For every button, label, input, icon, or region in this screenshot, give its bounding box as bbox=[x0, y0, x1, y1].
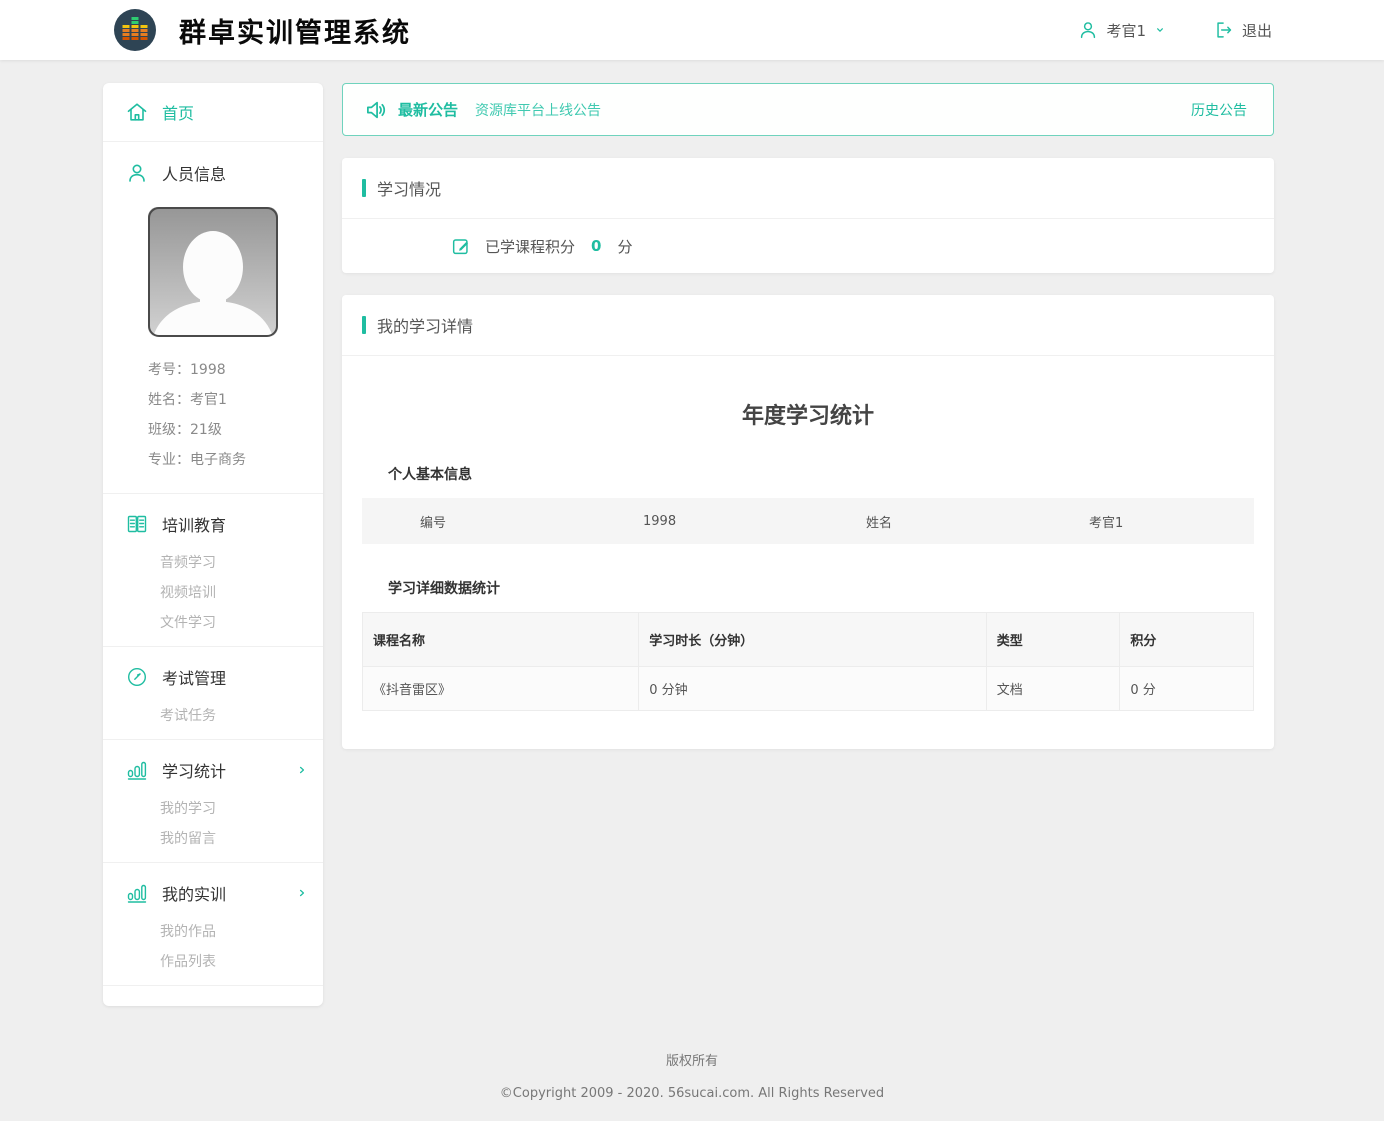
panel-title: 我的学习详情 bbox=[377, 313, 473, 337]
basic-info-row: 编号 1998 姓名 考官1 bbox=[362, 498, 1254, 544]
study-detail-table: 课程名称 学习时长（分钟） 类型 积分 《抖音雷区》 0 分钟 文档 0 分 bbox=[362, 612, 1254, 711]
main-content: 最新公告 资源库平台上线公告 历史公告 学习情况 已学课程积分 0 分 bbox=[342, 83, 1274, 749]
home-icon bbox=[125, 100, 149, 124]
notice-label: 最新公告 bbox=[398, 99, 458, 120]
sidebar-item-label: 人员信息 bbox=[162, 161, 226, 185]
cell-type: 文档 bbox=[986, 667, 1120, 711]
basic-info-value: 1998 bbox=[585, 514, 808, 529]
footer-line1: 版权所有 bbox=[0, 1050, 1384, 1069]
page-footer: 版权所有 ©Copyright 2009 - 2020. 56sucai.com… bbox=[0, 1006, 1384, 1121]
score-value: 0 bbox=[591, 237, 601, 255]
sidebar-subitem-works-list[interactable]: 作品列表 bbox=[103, 947, 323, 977]
score-label: 已学课程积分 bbox=[485, 236, 575, 257]
chevron-right-icon bbox=[295, 763, 309, 777]
sidebar-subitem-file[interactable]: 文件学习 bbox=[103, 608, 323, 638]
speaker-icon bbox=[363, 97, 389, 123]
logout-button[interactable]: 退出 bbox=[1213, 19, 1272, 41]
sidebar: 首页 人员信息 bbox=[103, 83, 323, 1006]
sidebar-item-label: 培训教育 bbox=[162, 512, 226, 536]
profile-info-line: 专业：电子商务 bbox=[148, 445, 323, 475]
table-header-row: 课程名称 学习时长（分钟） 类型 积分 bbox=[363, 613, 1254, 667]
sidebar-subitem-audio[interactable]: 音频学习 bbox=[103, 548, 323, 578]
sidebar-subitem-my-message[interactable]: 我的留言 bbox=[103, 824, 323, 854]
sidebar-section-training: 培训教育 音频学习 视频培训 文件学习 bbox=[103, 494, 323, 647]
profile-info-line: 姓名：考官1 bbox=[148, 385, 323, 415]
sidebar-item-profile[interactable]: 人员信息 bbox=[103, 142, 323, 201]
app-logo-icon bbox=[113, 8, 157, 52]
profile-info-line: 考号：1998 bbox=[148, 355, 323, 385]
clock-icon bbox=[125, 665, 149, 689]
avatar bbox=[148, 207, 278, 341]
cell-course-name: 《抖音雷区》 bbox=[363, 667, 639, 711]
study-status-body: 已学课程积分 0 分 bbox=[342, 219, 1274, 273]
study-detail-header: 我的学习详情 bbox=[342, 295, 1274, 356]
sidebar-item-label: 考试管理 bbox=[162, 665, 226, 689]
bar-chart-icon bbox=[125, 758, 149, 782]
column-header: 积分 bbox=[1120, 613, 1254, 667]
report-title: 年度学习统计 bbox=[362, 398, 1254, 430]
sidebar-subitem-video[interactable]: 视频培训 bbox=[103, 578, 323, 608]
notice-bar: 最新公告 资源库平台上线公告 历史公告 bbox=[342, 83, 1274, 136]
table-title: 学习详细数据统计 bbox=[362, 578, 1254, 598]
basic-info-label: 编号 bbox=[362, 512, 585, 531]
study-detail-panel: 我的学习详情 年度学习统计 个人基本信息 编号 1998 姓名 考官1 学习详细… bbox=[342, 295, 1274, 749]
sidebar-subitem-my-study[interactable]: 我的学习 bbox=[103, 794, 323, 824]
sidebar-item-label: 首页 bbox=[162, 100, 194, 124]
column-header: 课程名称 bbox=[363, 613, 639, 667]
sidebar-section-study-stats: 学习统计 我的学习 我的留言 bbox=[103, 740, 323, 863]
column-header: 类型 bbox=[986, 613, 1120, 667]
sidebar-item-training[interactable]: 培训教育 bbox=[103, 500, 323, 548]
user-icon bbox=[1077, 19, 1099, 41]
chevron-down-icon bbox=[1153, 23, 1167, 37]
bar-chart-icon bbox=[125, 881, 149, 905]
sidebar-item-my-practice[interactable]: 我的实训 bbox=[103, 869, 323, 917]
basic-info-label: 姓名 bbox=[808, 512, 1031, 531]
table-row: 《抖音雷区》 0 分钟 文档 0 分 bbox=[363, 667, 1254, 711]
sidebar-subitem-exam-task[interactable]: 考试任务 bbox=[103, 701, 323, 731]
edit-icon bbox=[450, 235, 472, 257]
study-status-panel: 学习情况 已学课程积分 0 分 bbox=[342, 158, 1274, 273]
sidebar-item-label: 我的实训 bbox=[162, 881, 226, 905]
logout-label: 退出 bbox=[1242, 20, 1272, 41]
app-header: 群卓实训管理系统 考官1 bbox=[0, 0, 1384, 60]
profile-info: 考号：1998 姓名：考官1 班级：21级 专业：电子商务 bbox=[103, 355, 323, 493]
sidebar-item-study-stats[interactable]: 学习统计 bbox=[103, 746, 323, 794]
sidebar-subitem-my-works[interactable]: 我的作品 bbox=[103, 917, 323, 947]
notice-link[interactable]: 资源库平台上线公告 bbox=[475, 100, 601, 120]
column-header: 学习时长（分钟） bbox=[639, 613, 986, 667]
user-menu[interactable]: 考官1 bbox=[1077, 19, 1167, 41]
app-title: 群卓实训管理系统 bbox=[179, 11, 411, 50]
history-notice-link[interactable]: 历史公告 bbox=[1191, 100, 1247, 120]
footer-line2: ©Copyright 2009 - 2020. 56sucai.com. All… bbox=[0, 1086, 1384, 1101]
cell-score: 0 分 bbox=[1120, 667, 1254, 711]
panel-title: 学习情况 bbox=[377, 176, 441, 200]
study-status-header: 学习情况 bbox=[342, 158, 1274, 219]
score-unit: 分 bbox=[617, 236, 632, 257]
logout-icon bbox=[1213, 19, 1235, 41]
chevron-right-icon bbox=[295, 886, 309, 900]
sidebar-item-home[interactable]: 首页 bbox=[103, 83, 323, 142]
book-icon bbox=[125, 512, 149, 536]
basic-info-title: 个人基本信息 bbox=[362, 464, 1254, 484]
cell-duration: 0 分钟 bbox=[639, 667, 986, 711]
title-bar-accent bbox=[362, 316, 366, 334]
sidebar-section-exam: 考试管理 考试任务 bbox=[103, 647, 323, 740]
sidebar-section-my-practice: 我的实训 我的作品 作品列表 bbox=[103, 863, 323, 986]
profile-info-line: 班级：21级 bbox=[148, 415, 323, 445]
brand: 群卓实训管理系统 bbox=[113, 8, 411, 52]
sidebar-item-exam[interactable]: 考试管理 bbox=[103, 653, 323, 701]
person-icon bbox=[125, 161, 149, 185]
sidebar-item-label: 学习统计 bbox=[162, 758, 226, 782]
title-bar-accent bbox=[362, 179, 366, 197]
user-name: 考官1 bbox=[1106, 20, 1146, 41]
basic-info-value: 考官1 bbox=[1031, 512, 1254, 531]
